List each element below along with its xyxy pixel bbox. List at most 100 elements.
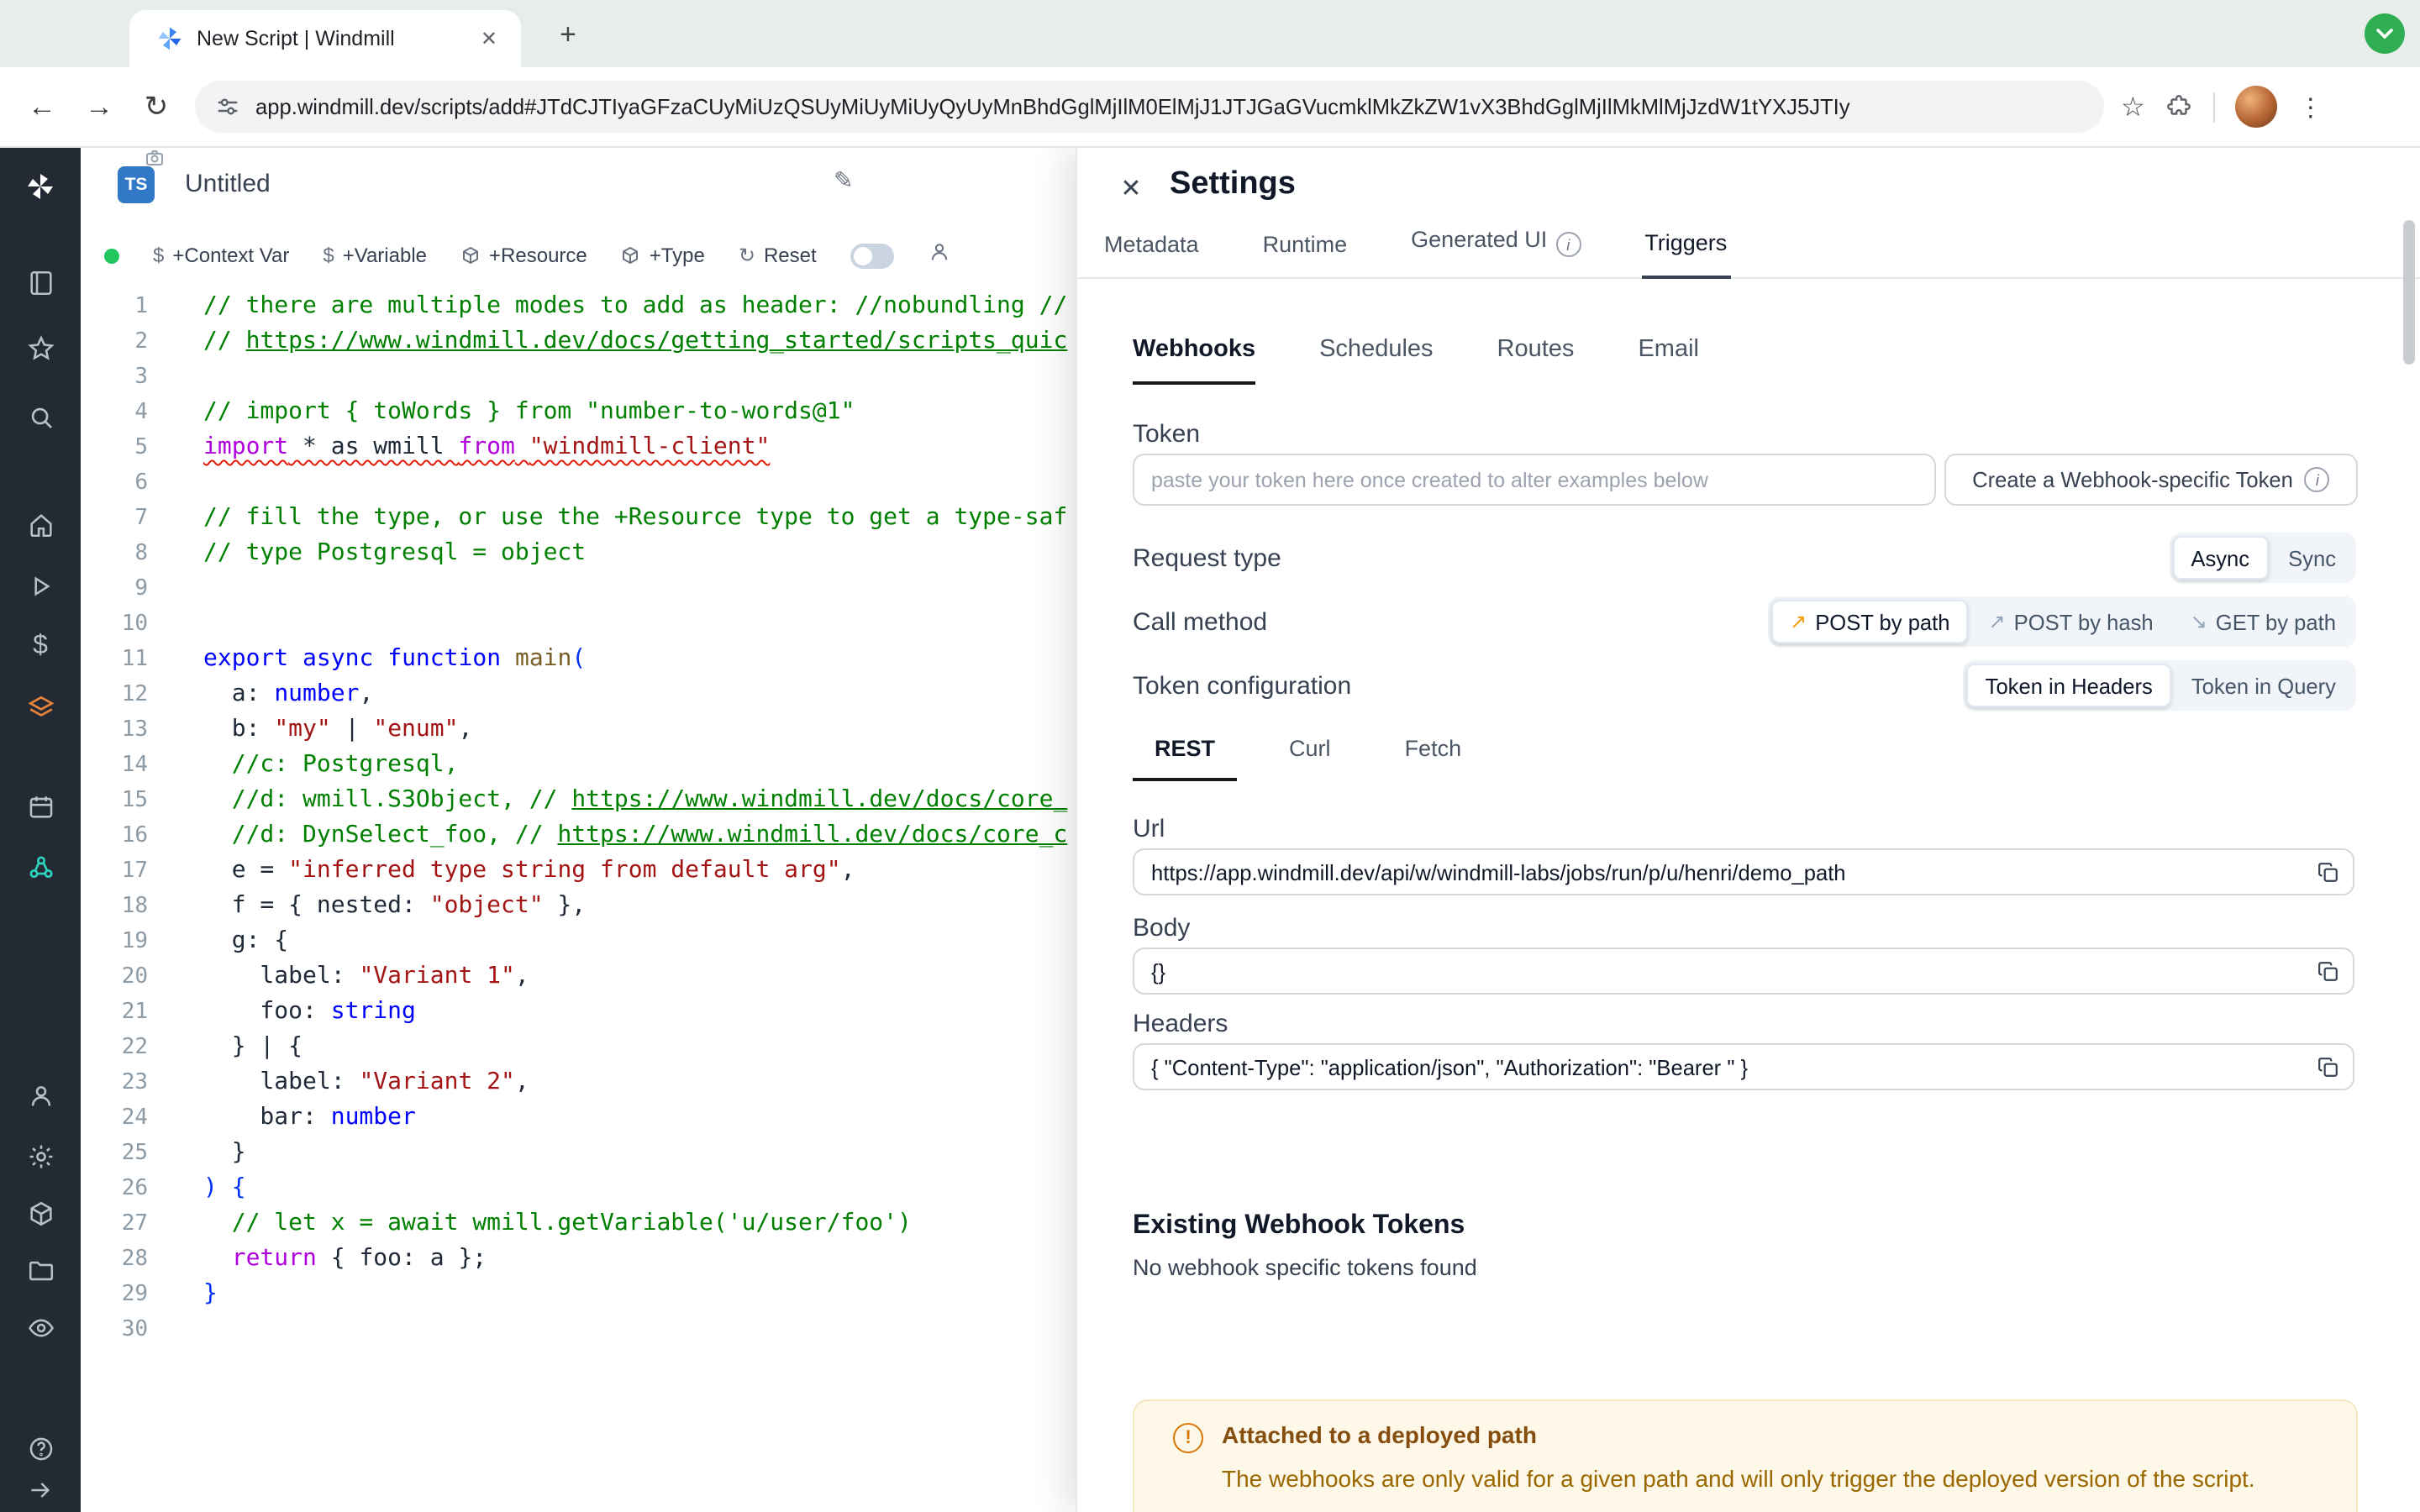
subtab-schedules[interactable]: Schedules	[1319, 336, 1433, 385]
search-icon[interactable]	[0, 403, 81, 432]
diff-toggle[interactable]	[850, 243, 894, 268]
settings-gear-icon[interactable]	[0, 1142, 81, 1171]
subtab-email[interactable]: Email	[1638, 336, 1699, 385]
body-input[interactable]	[1133, 948, 2354, 995]
tab-curl[interactable]: Curl	[1267, 736, 1353, 781]
back-button[interactable]: ←	[13, 90, 71, 123]
tab-fetch[interactable]: Fetch	[1383, 736, 1484, 781]
assistant-person-icon[interactable]	[928, 239, 951, 271]
get-by-path-option[interactable]: ↘ GET by path	[2174, 600, 2353, 643]
existing-tokens-title: Existing Webhook Tokens	[1133, 1211, 1465, 1240]
code-editor[interactable]: 1// there are multiple modes to add as h…	[81, 282, 1076, 1512]
variables-dollar-icon[interactable]: $	[0, 633, 81, 660]
code-line: 10	[81, 606, 1076, 642]
profile-avatar[interactable]	[2235, 86, 2278, 128]
close-icon[interactable]: ✕	[1111, 168, 1151, 208]
tab-runtime[interactable]: Runtime	[1260, 232, 1351, 277]
users-person-icon[interactable]	[0, 1082, 81, 1110]
camera-icon	[146, 150, 163, 165]
code-line: 9	[81, 571, 1076, 606]
token-in-query-option[interactable]: Token in Query	[2175, 664, 2353, 707]
tab-rest[interactable]: REST	[1133, 736, 1238, 781]
home-icon[interactable]	[0, 511, 81, 539]
tab-close-icon[interactable]: ✕	[471, 24, 508, 54]
code-line: 30	[81, 1312, 1076, 1347]
post-by-path-option[interactable]: ↗ POST by path	[1771, 600, 1969, 643]
browser-toolbar: ← → ↻ app.windmill.dev/scripts/add#JTdCJ…	[0, 67, 2420, 148]
line-number: 2	[134, 329, 148, 354]
reload-button[interactable]: ↻	[128, 90, 185, 123]
token-in-headers-option[interactable]: Token in Headers	[1966, 664, 2171, 707]
audit-eye-icon[interactable]	[0, 1314, 81, 1342]
code-line: 24 bar: number	[81, 1100, 1076, 1136]
subtab-routes[interactable]: Routes	[1497, 336, 1575, 385]
add-context-var-button[interactable]: $ +Context Var	[153, 244, 289, 267]
url-bar[interactable]: app.windmill.dev/scripts/add#JTdCJTIyaGF…	[195, 81, 2104, 133]
panel-scrollbar[interactable]	[2403, 220, 2415, 365]
copy-body-icon[interactable]	[2311, 954, 2344, 988]
sync-option[interactable]: Sync	[2271, 536, 2353, 580]
bookmark-star-icon[interactable]: ☆	[2121, 90, 2145, 123]
line-number: 26	[121, 1176, 148, 1201]
url-text[interactable]: app.windmill.dev/scripts/add#JTdCJTIyaGF…	[255, 94, 2084, 119]
workspace-box-icon[interactable]	[0, 1200, 81, 1228]
code-line: 23 label: "Variant 2",	[81, 1065, 1076, 1100]
folders-icon[interactable]	[0, 1257, 81, 1285]
favorites-star-icon[interactable]	[0, 334, 81, 363]
create-token-button[interactable]: Create a Webhook-specific Token i	[1944, 454, 2358, 506]
browser-tab[interactable]: New Script | Windmill ✕	[129, 10, 521, 67]
copy-url-icon[interactable]	[2311, 855, 2344, 889]
triggers-webhook-icon[interactable]	[0, 853, 81, 882]
code-line: 25 }	[81, 1136, 1076, 1171]
collapse-arrow-icon[interactable]	[0, 1477, 81, 1504]
new-tab-button[interactable]: +	[546, 15, 590, 55]
add-variable-button[interactable]: $ +Variable	[323, 244, 427, 267]
copy-headers-icon[interactable]	[2311, 1050, 2344, 1084]
status-dot	[104, 248, 119, 263]
site-settings-icon[interactable]	[215, 94, 240, 119]
extensions-puzzle-icon[interactable]	[2165, 92, 2194, 121]
url-input[interactable]	[1133, 848, 2354, 895]
post-by-hash-option[interactable]: ↗ POST by hash	[1972, 600, 2170, 643]
browser-menu-icon[interactable]: ⋮	[2298, 92, 2323, 122]
reset-button[interactable]: ↻ Reset	[739, 244, 817, 267]
code-line: 2// https://www.windmill.dev/docs/gettin…	[81, 324, 1076, 360]
line-number: 4	[134, 400, 148, 425]
subtab-webhooks[interactable]: Webhooks	[1133, 336, 1256, 385]
forward-button[interactable]: →	[71, 90, 128, 123]
code-line: 18 f = { nested: "object" },	[81, 889, 1076, 924]
line-number: 20	[121, 964, 148, 990]
tab-generated-ui[interactable]: Generated UI i	[1407, 226, 1584, 277]
async-option[interactable]: Async	[2172, 536, 2269, 580]
resources-layers-icon[interactable]	[0, 694, 81, 722]
docs-book-icon[interactable]	[0, 269, 81, 297]
chevron-down-icon	[2376, 28, 2393, 39]
package-icon	[621, 245, 641, 265]
code-line: 27 // let x = await wmill.getVariable('u…	[81, 1206, 1076, 1242]
line-number: 23	[121, 1070, 148, 1095]
language-badge[interactable]: TS	[118, 166, 155, 203]
add-type-button[interactable]: +Type	[621, 244, 705, 267]
schedules-calendar-icon[interactable]	[0, 793, 81, 822]
runs-play-icon[interactable]	[0, 573, 81, 600]
dollar-icon: $	[153, 244, 165, 267]
token-input[interactable]	[1133, 454, 1936, 506]
line-number: 6	[134, 470, 148, 496]
edit-pencil-icon[interactable]: ✎	[834, 166, 853, 195]
script-title[interactable]: Untitled	[185, 170, 271, 198]
package-icon	[460, 245, 481, 265]
script-editor: TS Untitled ✎ $ +Context Var $ +Variable…	[81, 148, 1076, 1512]
tab-search-button[interactable]	[2365, 13, 2405, 54]
line-number: 13	[121, 717, 148, 743]
add-resource-button[interactable]: +Resource	[460, 244, 587, 267]
existing-tokens-empty: No webhook specific tokens found	[1133, 1255, 1477, 1280]
windmill-logo-icon[interactable]	[0, 171, 81, 202]
token-configuration-label: Token configuration	[1133, 672, 1352, 701]
token-configuration-toggle: Token in Headers Token in Query	[1963, 660, 2356, 711]
help-circle-icon[interactable]	[0, 1435, 81, 1463]
tab-metadata[interactable]: Metadata	[1101, 232, 1202, 277]
headers-input[interactable]	[1133, 1043, 2354, 1090]
tab-title: New Script | Windmill	[197, 27, 395, 50]
tab-triggers[interactable]: Triggers	[1641, 230, 1731, 279]
code-line: 19 g: {	[81, 924, 1076, 959]
